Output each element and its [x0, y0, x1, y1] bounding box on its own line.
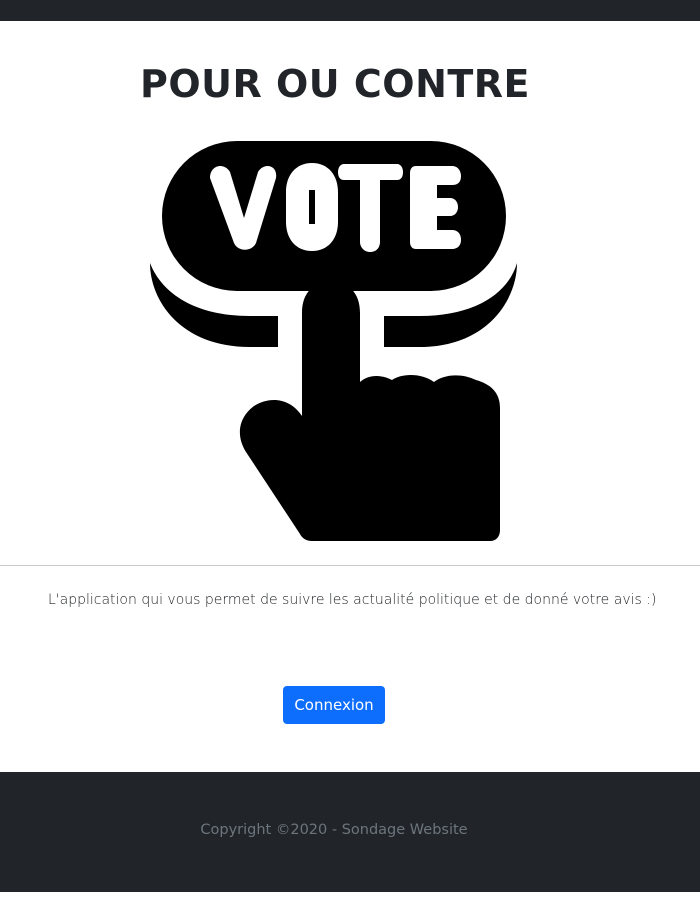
top-navbar — [0, 0, 700, 21]
footer-copyright: Copyright ©2020 - Sondage Website — [200, 822, 468, 838]
section-divider — [0, 565, 700, 566]
footer: Copyright ©2020 - Sondage Website — [0, 772, 700, 892]
intro-text: L'application qui vous permet de suivre … — [48, 592, 657, 608]
vote-hand-icon — [150, 141, 517, 541]
login-button[interactable]: Connexion — [283, 686, 385, 724]
page-title: POUR OU CONTRE — [139, 62, 531, 106]
